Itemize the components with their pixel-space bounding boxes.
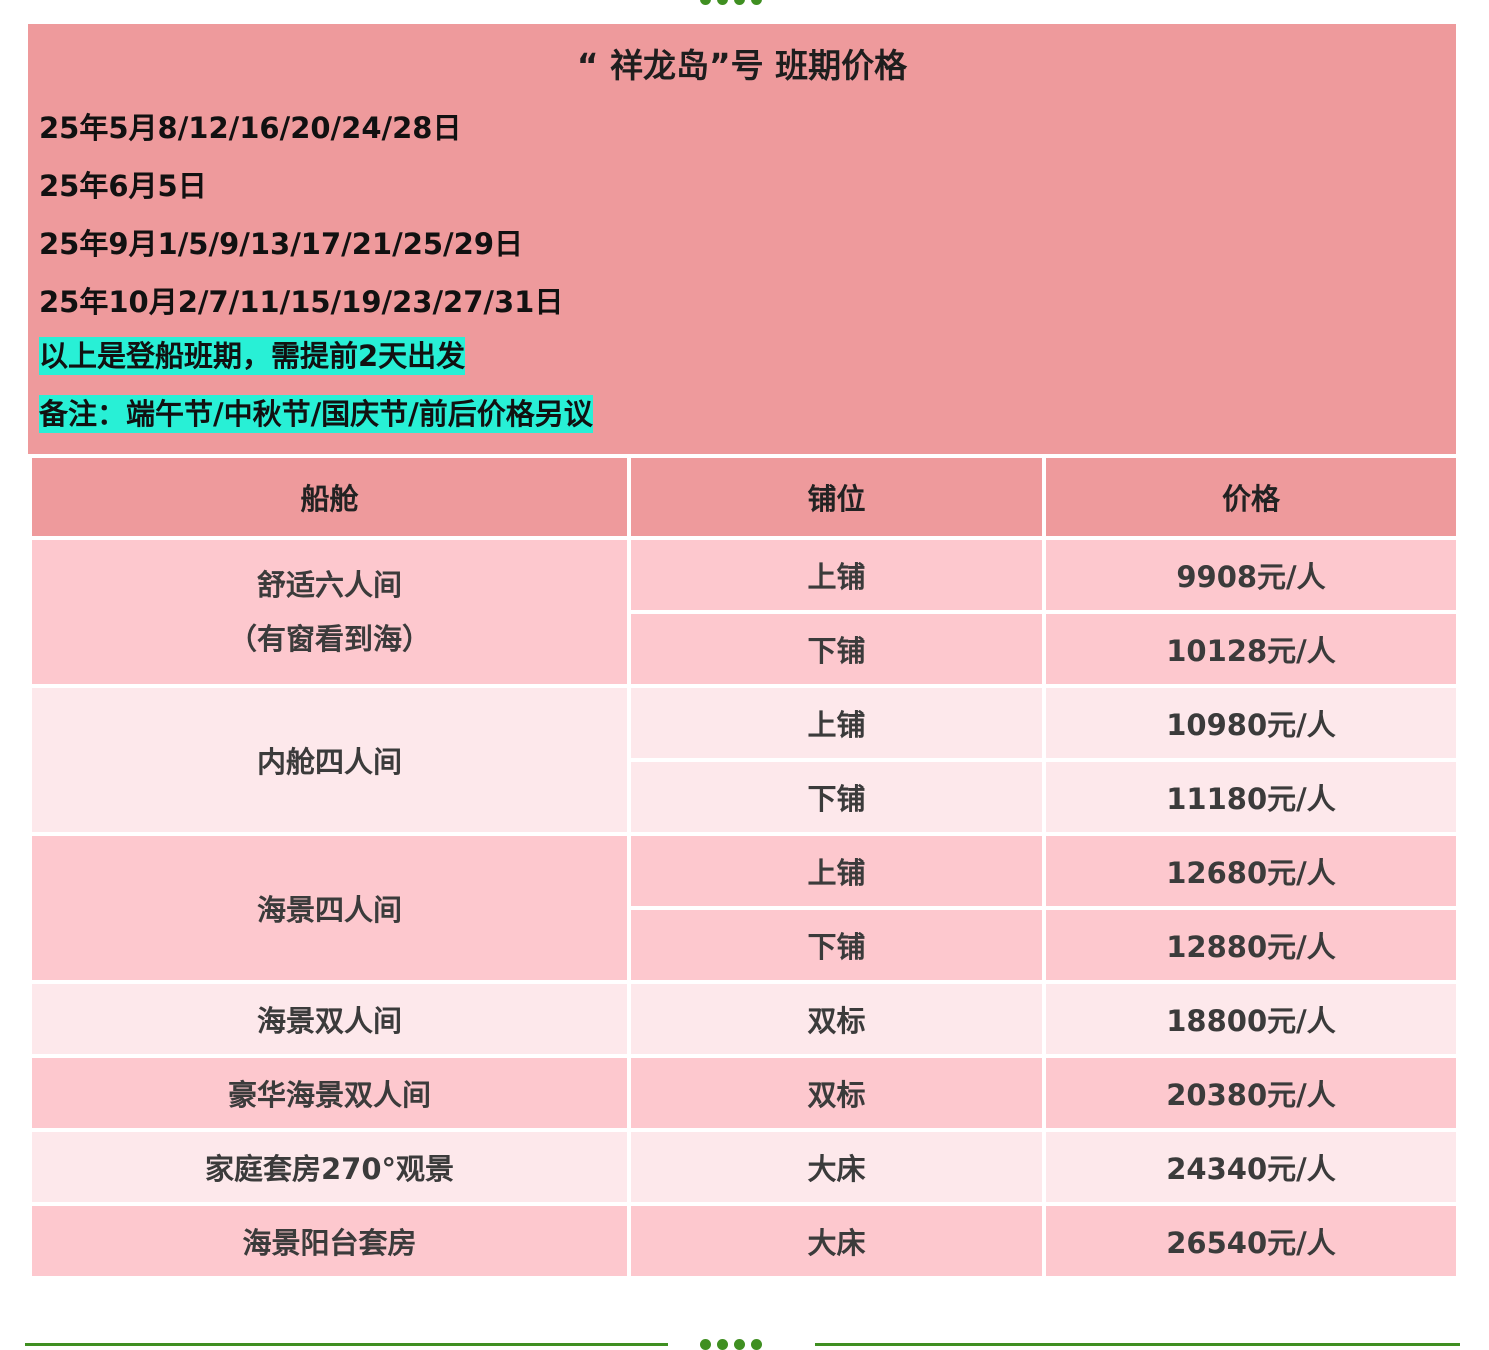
berth-cell: 下铺 xyxy=(627,906,1046,984)
table-row: 海景双人间 双标 18800元/人 xyxy=(28,980,1460,1058)
cabin-cell: 豪华海景双人间 xyxy=(28,1054,631,1132)
holiday-note: 备注：端午节/中秋节/国庆节/前后价格另议 xyxy=(39,395,593,433)
berth-cell: 下铺 xyxy=(627,610,1046,688)
schedule-header: “ 祥龙岛”号 班期价格 25年5月8/12/16/20/24/28日 25年6… xyxy=(28,24,1456,454)
price-cell: 9908元/人 xyxy=(1042,536,1460,614)
sailing-date-september: 25年9月1/5/9/13/17/21/25/29日 xyxy=(39,227,523,261)
price-cell: 10980元/人 xyxy=(1042,684,1460,762)
table-row: 海景阳台套房 大床 26540元/人 xyxy=(28,1202,1460,1280)
top-divider-dots xyxy=(700,0,762,5)
price-cell: 10128元/人 xyxy=(1042,610,1460,688)
berth-cell: 大床 xyxy=(627,1128,1046,1206)
berth-cell: 双标 xyxy=(627,980,1046,1058)
price-table: 船舱 铺位 价格 舒适六人间 （有窗看到海） 上铺 9908元/人 下铺 101… xyxy=(28,454,1460,1280)
table-row: 舒适六人间 （有窗看到海） 上铺 9908元/人 xyxy=(28,536,1460,688)
holiday-note-text: 备注：端午节/中秋节/国庆节/前后价格另议 xyxy=(39,395,593,433)
cabin-cell: 舒适六人间 （有窗看到海） xyxy=(28,536,631,688)
cabin-subtitle: （有窗看到海） xyxy=(227,622,431,656)
dot-icon xyxy=(717,0,728,5)
dot-icon xyxy=(734,0,745,5)
column-header-berth: 铺位 xyxy=(627,454,1046,540)
berth-cell: 大床 xyxy=(627,1202,1046,1280)
page-title: “ 祥龙岛”号 班期价格 xyxy=(576,46,908,85)
cabin-cell: 家庭套房270°观景 xyxy=(28,1128,631,1206)
boarding-note-text: 以上是登船班期，需提前2天出发 xyxy=(39,337,466,375)
table-row: 海景四人间 上铺 12680元/人 xyxy=(28,832,1460,984)
column-header-price: 价格 xyxy=(1042,454,1460,540)
sailing-date-june: 25年6月5日 xyxy=(39,169,207,203)
price-cell: 20380元/人 xyxy=(1042,1054,1460,1132)
price-cell: 12680元/人 xyxy=(1042,832,1460,910)
price-cell: 26540元/人 xyxy=(1042,1202,1460,1280)
price-cell: 18800元/人 xyxy=(1042,980,1460,1058)
table-row: 豪华海景双人间 双标 20380元/人 xyxy=(28,1054,1460,1132)
dot-icon xyxy=(700,0,711,5)
dot-icon xyxy=(717,1339,728,1350)
boarding-note: 以上是登船班期，需提前2天出发 xyxy=(39,337,466,375)
column-header-cabin: 船舱 xyxy=(28,454,631,540)
table-header-row: 船舱 铺位 价格 xyxy=(28,454,1460,540)
sailing-date-may: 25年5月8/12/16/20/24/28日 xyxy=(39,111,462,145)
table-row: 家庭套房270°观景 大床 24340元/人 xyxy=(28,1128,1460,1206)
sailing-date-october: 25年10月2/7/11/15/19/23/27/31日 xyxy=(39,285,564,319)
berth-cell: 上铺 xyxy=(627,832,1046,910)
table-row: 内舱四人间 上铺 10980元/人 xyxy=(28,684,1460,836)
dot-icon xyxy=(734,1339,745,1350)
price-cell: 12880元/人 xyxy=(1042,906,1460,984)
cabin-cell: 海景双人间 xyxy=(28,980,631,1058)
bottom-divider-left xyxy=(25,1343,668,1346)
price-cell: 24340元/人 xyxy=(1042,1128,1460,1206)
berth-cell: 上铺 xyxy=(627,684,1046,762)
berth-cell: 双标 xyxy=(627,1054,1046,1132)
bottom-divider-dots xyxy=(700,1339,762,1350)
dot-icon xyxy=(700,1339,711,1350)
berth-cell: 上铺 xyxy=(627,536,1046,614)
cabin-cell: 海景四人间 xyxy=(28,832,631,984)
dot-icon xyxy=(751,0,762,5)
berth-cell: 下铺 xyxy=(627,758,1046,836)
bottom-divider-right xyxy=(815,1343,1460,1346)
cabin-cell: 内舱四人间 xyxy=(28,684,631,836)
cabin-name: 舒适六人间 xyxy=(256,568,402,602)
sailing-dates: 25年5月8/12/16/20/24/28日 25年6月5日 25年9月1/5/… xyxy=(39,108,563,340)
price-cell: 11180元/人 xyxy=(1042,758,1460,836)
cabin-cell: 海景阳台套房 xyxy=(28,1202,631,1280)
dot-icon xyxy=(751,1339,762,1350)
